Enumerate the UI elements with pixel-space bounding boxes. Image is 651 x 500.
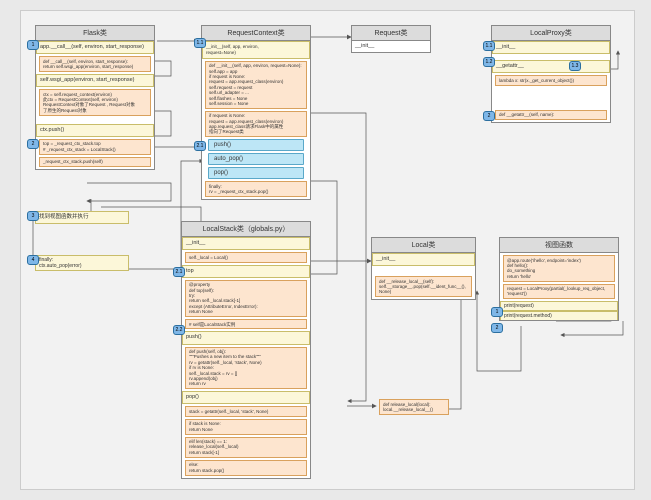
lp-lambda: lambda x: str(x._get_current_object()) <box>495 75 607 85</box>
badge-lp-2: 2 <box>483 111 495 121</box>
badge-vf-2: 2 <box>491 323 503 333</box>
lp-getattr-body: def __getattr__(self, name): <box>495 110 607 120</box>
diagram-canvas: Flask类 app.__call__(self, environ, start… <box>20 10 635 490</box>
flask-dispatch: 找到视图函数并执行 <box>35 211 129 224</box>
class-title: RequestContext类 <box>202 26 310 41</box>
rc-init-body: def __init__(self, app, environ, request… <box>205 61 307 109</box>
badge-rc-2-1: 2.1 <box>194 141 206 151</box>
ls-pop-else: else: return stack.pop() <box>185 460 307 476</box>
badge-lp-1-1: 1.1 <box>483 41 495 51</box>
badge-1: 1 <box>27 40 39 50</box>
class-title: Request类 <box>352 26 430 41</box>
release-local-snippet: def release_local(local): local.__releas… <box>379 399 449 415</box>
flask-ctx-push: ctx.push() <box>36 124 154 137</box>
request-init: __init__ <box>352 41 430 52</box>
class-title: Local类 <box>372 238 475 253</box>
class-title: 视图函数 <box>500 238 618 253</box>
flask-call-row: app.__call__(self, environ, start_respon… <box>36 41 154 54</box>
class-request: Request类 __init__ <box>351 25 431 53</box>
vf-req-line: request = LocalProxy(partial(_lookup_req… <box>503 284 615 300</box>
rc-pop-btn: pop() <box>208 167 304 179</box>
flask-call-body: def __call__(self, environ, start_respon… <box>39 56 151 72</box>
class-localproxy: LocalProxy类 __init__ __getattr__ lambda … <box>491 25 611 123</box>
dispatch-text: 找到视图函数并执行 <box>36 212 128 223</box>
lp-getattr: __getattr__ <box>492 60 610 73</box>
lp-init: __init__ <box>492 41 610 54</box>
badge-lp-1-3: 1.3 <box>569 61 581 71</box>
rc-finally: finally: rv = _request_ctx_stack.pop() <box>205 181 307 197</box>
ls-pop: pop() <box>182 391 310 404</box>
ls-pop-elif: elif len(stack) == 1: release_local(self… <box>185 437 307 458</box>
local-init: __init__ <box>372 253 475 266</box>
class-localstack: LocalStack类（globals.py） __init__ self._l… <box>181 221 311 479</box>
class-local: Local类 __init__ def __release_local__(se… <box>371 237 476 300</box>
ls-push-body: def push(self, obj): """Pushes a new ite… <box>185 347 307 390</box>
flask-wsgi-row: self.wsgi_app(environ, start_response) <box>36 74 154 87</box>
ls-top-note: # self是LocalStack实例 <box>185 319 307 329</box>
ls-init: __init__ <box>182 237 310 250</box>
vf-p1: print(request) <box>500 301 618 311</box>
vf-p2: print(request.method) <box>500 311 618 320</box>
class-title: Flask类 <box>36 26 154 41</box>
rc-init-hdr: __init__(self, app, environ, request=Non… <box>202 41 310 59</box>
vf-body: @app.route('/hello', endpoint='index') d… <box>503 255 615 282</box>
badge-vf-1: 1 <box>491 307 503 317</box>
ls-top-body: @property def top(self): try: return sel… <box>185 280 307 317</box>
class-flask: Flask类 app.__call__(self, environ, start… <box>35 25 155 170</box>
badge-ls-2-2: 2.2 <box>173 325 185 335</box>
rc-push-btn: push() <box>208 139 304 151</box>
badge-2: 2 <box>27 139 39 149</box>
ls-push: push() <box>182 331 310 344</box>
flask-ctx-push-body: top = _request_ctx_stack.top # _request_… <box>39 139 151 155</box>
badge-rc-1-1: 1.1 <box>194 38 206 48</box>
rc-auto-pop-btn: auto_pop() <box>208 153 304 165</box>
flask-finally: finally: ctx.auto_pop(error) <box>35 255 129 271</box>
ls-pop-stack: stack = getattr(self._local, 'stack', No… <box>185 406 307 416</box>
badge-lp-1-2: 1.2 <box>483 57 495 67</box>
rc-init-note: if request is None: request = app.reques… <box>205 111 307 138</box>
ls-pop-if: if stack is None: return None <box>185 419 307 435</box>
local-release: def __release_local__(self): self.__stor… <box>375 276 472 297</box>
class-title: LocalStack类（globals.py） <box>182 222 310 237</box>
badge-3: 3 <box>27 211 39 221</box>
badge-4: 4 <box>27 255 39 265</box>
ls-top: top <box>182 265 310 278</box>
flask-ctx-push-line2: _request_ctx_stack.push(self) <box>39 157 151 167</box>
badge-ls-2-1: 2.1 <box>173 267 185 277</box>
class-request-context: RequestContext类 __init__(self, app, envi… <box>201 25 311 200</box>
finally-text: finally: ctx.auto_pop(error) <box>36 256 128 270</box>
class-viewfn: 视图函数 @app.route('/hello', endpoint='inde… <box>499 237 619 321</box>
ls-init-body: self._local = Local() <box>185 252 307 262</box>
class-title: LocalProxy类 <box>492 26 610 41</box>
flask-wsgi-body: ctx = self.request_context(environ) 此ctx… <box>39 89 151 116</box>
